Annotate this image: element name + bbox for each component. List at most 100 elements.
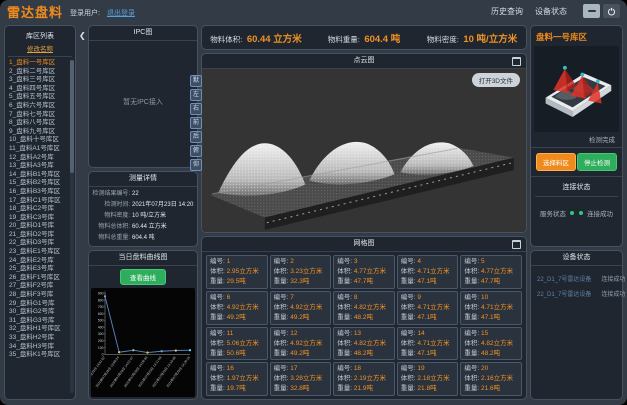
area-list-item[interactable]: 30_盘料G2号库: [9, 308, 73, 317]
area-list-item[interactable]: 7_盘料七号库区: [9, 111, 73, 120]
grid-cell-value: 29.5吨: [227, 278, 246, 285]
daily-curve-panel: 当日盘料曲线图 查看曲线 010020030040050060070080090…: [88, 250, 198, 400]
open-3d-file-button[interactable]: 打开3D文件: [472, 73, 520, 87]
area-list-item[interactable]: 32_盘料H1号库区: [9, 325, 73, 334]
grid-cell-value: 7: [290, 294, 294, 301]
area-list-item[interactable]: 16_盘料B3号库区: [9, 188, 73, 197]
area-list-item[interactable]: 22_盘料D3号库: [9, 239, 73, 248]
device-status-button[interactable]: 设备状态: [535, 6, 567, 17]
grid-cell[interactable]: 编号: 10体积: 4.71立方米重量: 47.1吨: [460, 291, 522, 325]
grid-cell[interactable]: 编号: 12体积: 4.92立方米重量: 49.2吨: [270, 327, 332, 361]
rename-area-link[interactable]: 修改名称: [8, 43, 72, 57]
grid-cell-value: 49.2吨: [290, 350, 309, 357]
logout-link[interactable]: 退出登录: [107, 8, 135, 18]
area-list-item[interactable]: 6_盘料六号库区: [9, 102, 73, 111]
grid-cell-value: 49.2吨: [227, 314, 246, 321]
grid-cell[interactable]: 编号: 19体积: 2.18立方米重量: 21.8吨: [397, 362, 459, 396]
view-button[interactable]: 俯: [190, 145, 202, 157]
grid-cell[interactable]: 编号: 6体积: 4.92立方米重量: 49.2吨: [206, 291, 268, 325]
grid-cell-label: 体积:: [337, 375, 354, 382]
grid-cell-value: 3.23立方米: [290, 268, 322, 275]
grid-cell[interactable]: 编号: 18体积: 2.19立方米重量: 21.9吨: [333, 362, 395, 396]
grid-cell[interactable]: 编号: 20体积: 2.16立方米重量: 21.6吨: [460, 362, 522, 396]
grid-cell[interactable]: 编号: 14体积: 4.71立方米重量: 47.1吨: [397, 327, 459, 361]
area-list-item[interactable]: 3_盘料三号库区: [9, 76, 73, 85]
grid-maximize-icon[interactable]: [512, 240, 521, 249]
maximize-icon[interactable]: [512, 57, 521, 66]
stat-density: 物料密度: 10 吨/立方米: [418, 29, 526, 47]
grid-cell[interactable]: 编号: 3体积: 4.77立方米重量: 47.7吨: [333, 255, 395, 289]
svg-text:200: 200: [98, 339, 104, 343]
grid-cell[interactable]: 编号: 7体积: 4.92立方米重量: 49.2吨: [270, 291, 332, 325]
grid-cell[interactable]: 编号: 2体积: 3.23立方米重量: 32.3吨: [270, 255, 332, 289]
grid-cell-label: 体积:: [337, 340, 354, 347]
grid-cell[interactable]: 编号: 5体积: 4.77立方米重量: 47.7吨: [460, 255, 522, 289]
grid-cell[interactable]: 编号: 11体积: 5.06立方米重量: 50.6吨: [206, 327, 268, 361]
area-list-item[interactable]: 24_盘料E2号库: [9, 257, 73, 266]
grid-cell-line: 编号: 20: [464, 364, 518, 374]
view-button[interactable]: 默: [190, 75, 202, 87]
measurement-panel: 测量详情 检测结果编号:22检测时间:2021年07月23日 14:20:16物…: [88, 171, 198, 247]
grid-cell-value: 47.1吨: [417, 278, 436, 285]
power-button[interactable]: [603, 4, 620, 18]
area-list-item[interactable]: 11_盘料A1号库区: [9, 145, 73, 154]
login-user-label: 登录用户:: [70, 8, 100, 18]
select-area-button[interactable]: 选择料区: [536, 153, 576, 171]
area-list-item[interactable]: 15_盘料B2号库区: [9, 179, 73, 188]
grid-cell-line: 编号: 16: [210, 364, 264, 374]
connection-status-title: 连接状态: [535, 177, 618, 197]
area-list-item[interactable]: 33_盘料H2号库: [9, 334, 73, 343]
view-button[interactable]: 前: [190, 117, 202, 129]
area-list-item[interactable]: 2_盘料二号库区: [9, 68, 73, 77]
grid-cell-label: 编号:: [274, 294, 291, 301]
grid-cell-line: 编号: 7: [274, 293, 328, 303]
history-query-button[interactable]: 历史查询: [491, 6, 523, 17]
area-list-item[interactable]: 27_盘料F2号库: [9, 282, 73, 291]
minimize-button[interactable]: [583, 4, 600, 18]
area-list-item[interactable]: 23_盘料E1号库区: [9, 248, 73, 257]
area-list-item[interactable]: 10_盘料十号库区: [9, 136, 73, 145]
grid-cell[interactable]: 编号: 13体积: 4.82立方米重量: 48.2吨: [333, 327, 395, 361]
grid-cell-label: 体积:: [274, 375, 291, 382]
area-list-item[interactable]: 20_盘料D1号库: [9, 222, 73, 231]
area-list-scrollbar[interactable]: [70, 60, 74, 393]
grid-cell-label: 重量:: [274, 314, 291, 321]
area-list-item[interactable]: 12_盘料A2号库: [9, 154, 73, 163]
stop-detect-button[interactable]: 停止检测: [577, 153, 617, 171]
grid-cell[interactable]: 编号: 16体积: 1.97立方米重量: 19.7吨: [206, 362, 268, 396]
grid-cell[interactable]: 编号: 15体积: 4.82立方米重量: 48.2吨: [460, 327, 522, 361]
view-curve-button[interactable]: 查看曲线: [120, 269, 166, 285]
area-list-item[interactable]: 13_盘料A3号库: [9, 162, 73, 171]
grid-cell[interactable]: 编号: 17体积: 3.28立方米重量: 32.8吨: [270, 362, 332, 396]
grid-cell-value: 48.2吨: [354, 350, 373, 357]
grid-cell-line: 重量: 48.2吨: [337, 313, 391, 323]
view-button[interactable]: 右: [190, 103, 202, 115]
pointcloud-canvas[interactable]: 打开3D文件: [202, 69, 526, 232]
grid-cell-value: 32.3吨: [290, 278, 309, 285]
area-list-item[interactable]: 18_盘料C2号库: [9, 205, 73, 214]
area-list-item[interactable]: 5_盘料五号库区: [9, 93, 73, 102]
area-list-item[interactable]: 35_盘料K1号库区: [9, 351, 73, 360]
view-button[interactable]: 仰: [190, 159, 202, 171]
grid-cell-label: 体积:: [210, 340, 227, 347]
grid-cell[interactable]: 编号: 9体积: 4.71立方米重量: 47.1吨: [397, 291, 459, 325]
grid-cell[interactable]: 编号: 1体积: 2.95立方米重量: 29.5吨: [206, 255, 268, 289]
device-row: 22_D1_7号雷达设备连接成功: [535, 271, 618, 286]
grid-cell[interactable]: 编号: 8体积: 4.82立方米重量: 48.2吨: [333, 291, 395, 325]
area-list-item[interactable]: 34_盘料H3号库: [9, 343, 73, 352]
view-button[interactable]: 左: [190, 89, 202, 101]
area-list: 1_盘料一号库区2_盘料二号库区3_盘料三号库区4_盘料四号库区5_盘料五号库区…: [5, 57, 75, 399]
area-list-item[interactable]: 19_盘料C3号库: [9, 214, 73, 223]
area-list-item[interactable]: 8_盘料八号库区: [9, 119, 73, 128]
area-list-item[interactable]: 28_盘料F3号库: [9, 291, 73, 300]
power-icon: [607, 7, 616, 16]
grid-cell-value: 47.1吨: [417, 350, 436, 357]
area-list-item[interactable]: 17_盘料C1号库区: [9, 197, 73, 206]
area-list-item[interactable]: 25_盘料E3号库: [9, 265, 73, 274]
grid-cell-value: 4.71立方米: [417, 304, 449, 311]
view-button[interactable]: 后: [190, 131, 202, 143]
area-list-item[interactable]: 29_盘料G1号库: [9, 300, 73, 309]
grid-cell[interactable]: 编号: 4体积: 4.71立方米重量: 47.1吨: [397, 255, 459, 289]
collapse-sidebar-arrow[interactable]: ❮: [79, 25, 85, 400]
area-list-item[interactable]: 1_盘料一号库区: [9, 59, 73, 68]
